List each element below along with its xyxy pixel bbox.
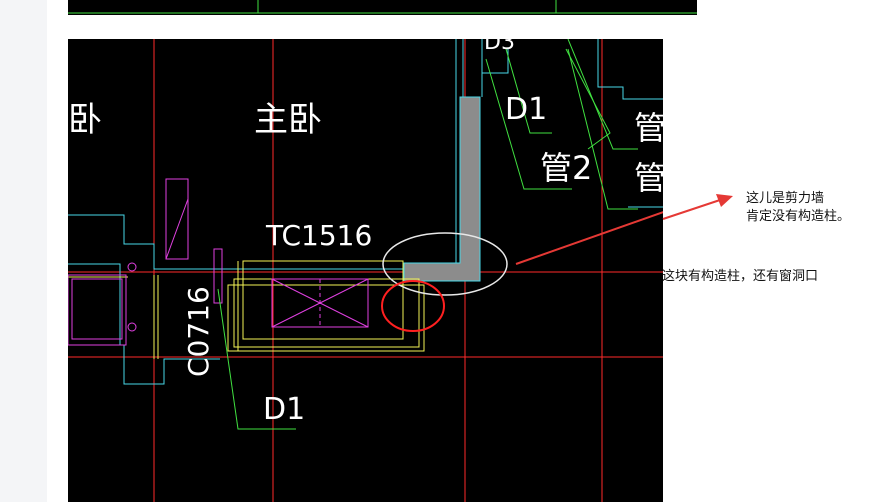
shear-wall	[403, 96, 481, 282]
previous-image-strip	[68, 0, 697, 15]
pipe-label-a: 管	[634, 109, 663, 147]
cad-drawing: 卧 主卧 TC1516 C0716 D1 D1 管2 管 管 D3	[68, 39, 663, 502]
column-highlight	[381, 280, 445, 332]
beam-label-d1-bottom: D1	[263, 392, 305, 427]
left-gutter	[0, 0, 47, 502]
window-label-tc1516: TC1516	[265, 219, 372, 252]
callout-arrow-line-outside	[662, 199, 721, 220]
room-label-master: 主卧	[254, 100, 322, 140]
beam-label-d1-top: D1	[505, 92, 547, 127]
previous-image-lines	[68, 0, 697, 14]
pipe-label-2: 管2	[540, 149, 592, 187]
callout-arrow-head	[716, 194, 733, 207]
cad-drawing-canvas: 卧 主卧 TC1516 C0716 D1 D1 管2 管 管 D3	[68, 39, 663, 502]
axis-grid	[68, 39, 663, 502]
annotation-column-note: 这块有构造柱，还有窗洞口	[662, 269, 819, 284]
c0716-lines	[153, 275, 159, 359]
window-label-c0716: C0716	[182, 286, 215, 377]
window-cross	[271, 278, 369, 328]
walls	[68, 39, 663, 385]
annotation-shear-wall-line2: 肯定没有构造柱。	[746, 209, 851, 224]
pipe-label-b: 管	[634, 159, 663, 197]
room-label-partial: 卧	[68, 100, 102, 140]
top-label: D3	[484, 39, 515, 55]
annotation-shear-wall-line1: 这儿是剪力墙	[746, 191, 825, 206]
